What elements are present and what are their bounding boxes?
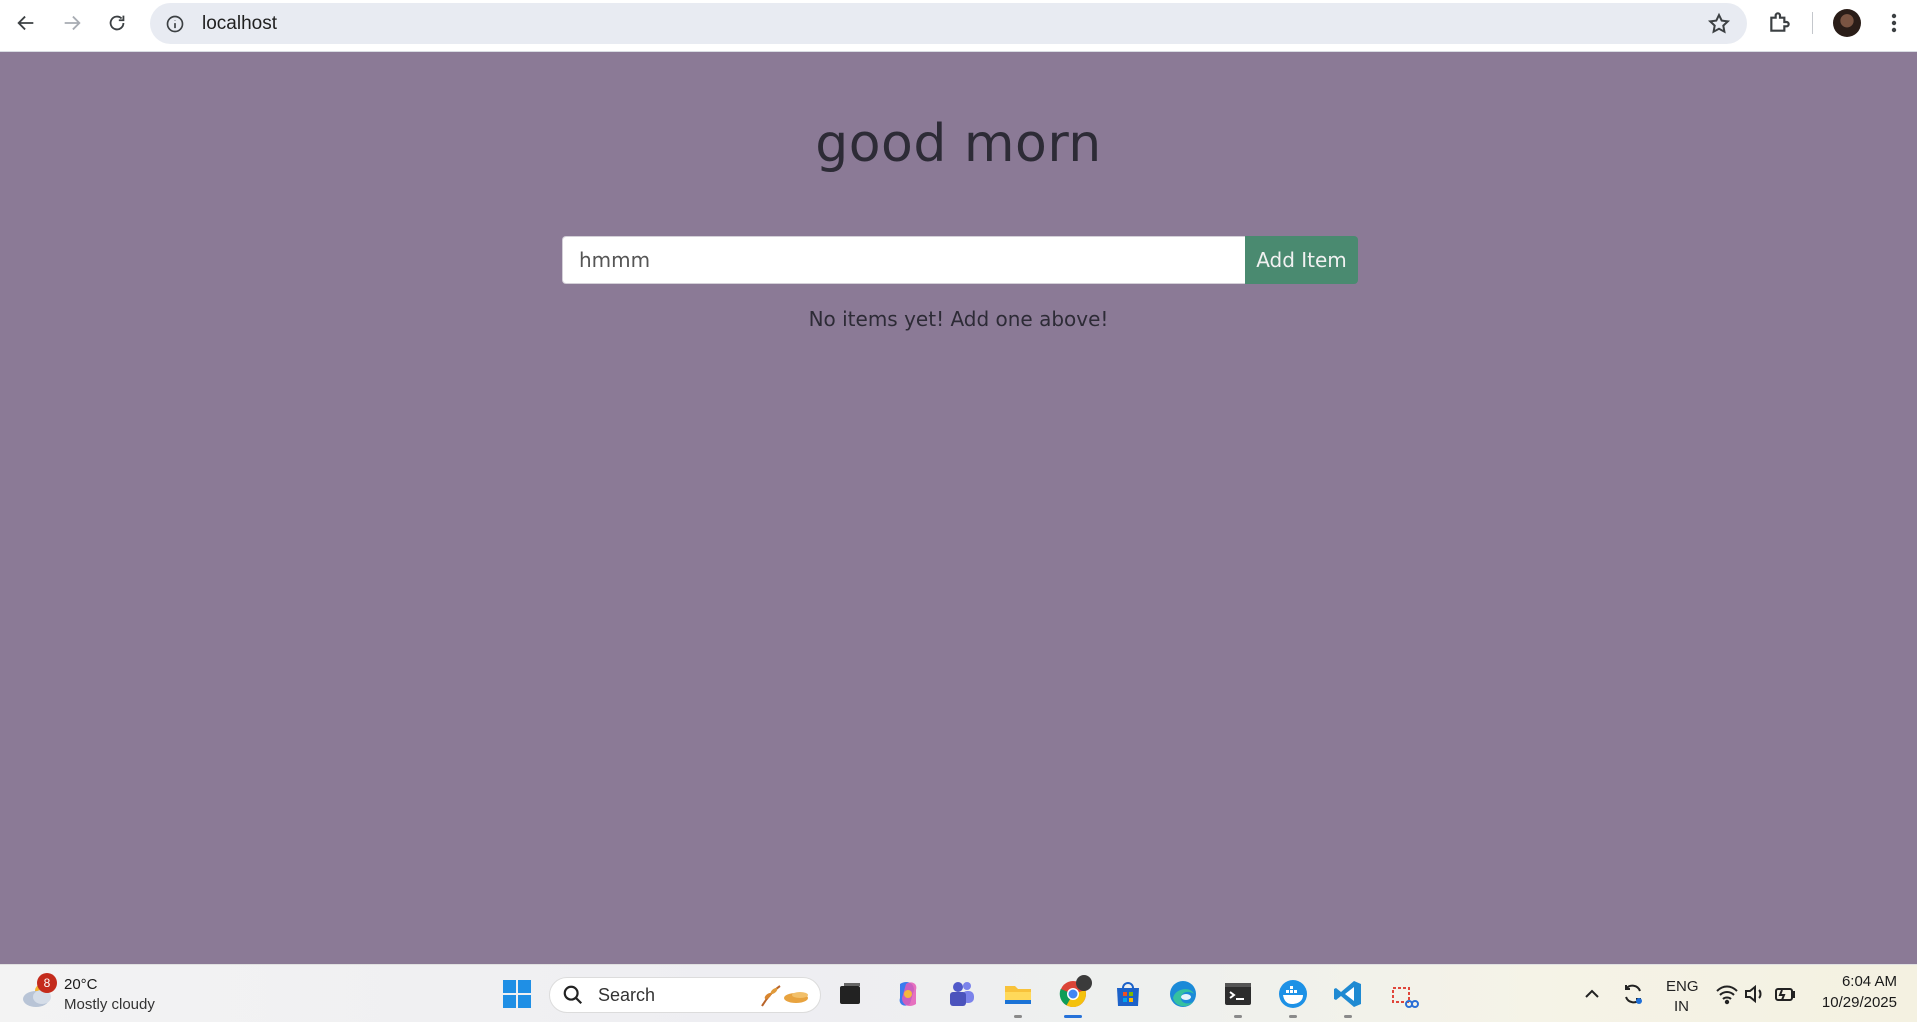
folder-icon bbox=[1005, 986, 1031, 1004]
reload-button[interactable] bbox=[95, 1, 139, 45]
chrome-active-indicator bbox=[1064, 1015, 1082, 1018]
forward-button[interactable] bbox=[50, 1, 94, 45]
teams-icon bbox=[950, 982, 974, 1006]
taskbar-search[interactable]: Search bbox=[549, 977, 821, 1013]
edge-icon bbox=[1170, 981, 1196, 1007]
sync-icon[interactable] bbox=[1620, 981, 1646, 1007]
item-input[interactable] bbox=[562, 236, 1245, 284]
terminal-indicator bbox=[1234, 1015, 1242, 1018]
star-icon[interactable] bbox=[1707, 12, 1731, 36]
weather-badge: 8 bbox=[37, 973, 57, 993]
wifi-icon[interactable] bbox=[1714, 981, 1740, 1007]
store-icon bbox=[1117, 982, 1139, 1006]
taskbar: 8 20°C Mostly cloudy Search ENG IN 6:04 … bbox=[0, 964, 1917, 1022]
weather-condition: Mostly cloudy bbox=[64, 996, 155, 1013]
profile-avatar[interactable] bbox=[1833, 9, 1861, 37]
windows-icon bbox=[503, 980, 531, 1008]
store-button[interactable] bbox=[1110, 976, 1146, 1012]
page-body: good morn Add Item No items yet! Add one… bbox=[0, 52, 1917, 964]
snipping-tool-icon bbox=[1392, 987, 1419, 1008]
clock-time: 6:04 AM bbox=[1841, 973, 1897, 990]
empty-state-message: No items yet! Add one above! bbox=[808, 307, 1109, 331]
task-view-button[interactable] bbox=[832, 976, 868, 1012]
clock[interactable]: 6:04 AM 10/29/2025 bbox=[1822, 971, 1897, 1013]
docker-button[interactable] bbox=[1275, 976, 1311, 1012]
reload-icon bbox=[109, 15, 125, 31]
file-explorer-indicator bbox=[1014, 1015, 1022, 1018]
back-icon bbox=[17, 15, 34, 31]
terminal-icon bbox=[1225, 983, 1251, 1005]
weather-widget[interactable]: 8 20°C Mostly cloudy bbox=[20, 973, 170, 1017]
edge-button[interactable] bbox=[1165, 976, 1201, 1012]
clock-date: 10/29/2025 bbox=[1821, 994, 1897, 1011]
page-title: good morn bbox=[815, 114, 1102, 174]
browser-toolbar: localhost bbox=[0, 0, 1917, 52]
teams-button[interactable] bbox=[944, 976, 980, 1012]
volume-icon[interactable] bbox=[1742, 981, 1768, 1007]
copilot-icon bbox=[899, 982, 917, 1006]
chrome-notification-badge bbox=[1076, 975, 1092, 991]
add-item-form: Add Item bbox=[562, 236, 1358, 284]
docker-icon bbox=[1279, 980, 1307, 1008]
vscode-icon bbox=[1334, 981, 1361, 1007]
kebab-menu-icon[interactable] bbox=[1882, 9, 1906, 37]
copilot-button[interactable] bbox=[890, 976, 926, 1012]
search-label: Search bbox=[598, 984, 656, 1005]
battery-icon[interactable] bbox=[1772, 981, 1798, 1007]
search-highlight-icon bbox=[761, 985, 808, 1007]
docker-indicator bbox=[1289, 1015, 1297, 1018]
forward-icon bbox=[64, 15, 81, 31]
language-indicator-top[interactable]: ENG bbox=[1666, 978, 1699, 995]
info-icon[interactable] bbox=[164, 13, 186, 35]
snipping-tool-button[interactable] bbox=[1385, 976, 1421, 1012]
back-button[interactable] bbox=[4, 1, 48, 45]
file-explorer-button[interactable] bbox=[1000, 976, 1036, 1012]
toolbar-divider bbox=[1812, 12, 1813, 34]
start-button[interactable] bbox=[499, 976, 535, 1012]
terminal-button[interactable] bbox=[1220, 976, 1256, 1012]
search-icon bbox=[563, 985, 583, 1005]
vscode-button[interactable] bbox=[1330, 976, 1366, 1012]
address-bar[interactable]: localhost bbox=[150, 3, 1747, 44]
chevron-up-icon[interactable] bbox=[1579, 981, 1605, 1007]
weather-temperature: 20°C bbox=[64, 976, 98, 993]
vscode-indicator bbox=[1344, 1015, 1352, 1018]
url-text[interactable]: localhost bbox=[202, 13, 277, 35]
add-item-button[interactable]: Add Item bbox=[1245, 236, 1358, 284]
extensions-icon[interactable] bbox=[1767, 9, 1795, 37]
task-view-icon bbox=[840, 983, 860, 1004]
language-indicator-bottom[interactable]: IN bbox=[1674, 998, 1689, 1015]
